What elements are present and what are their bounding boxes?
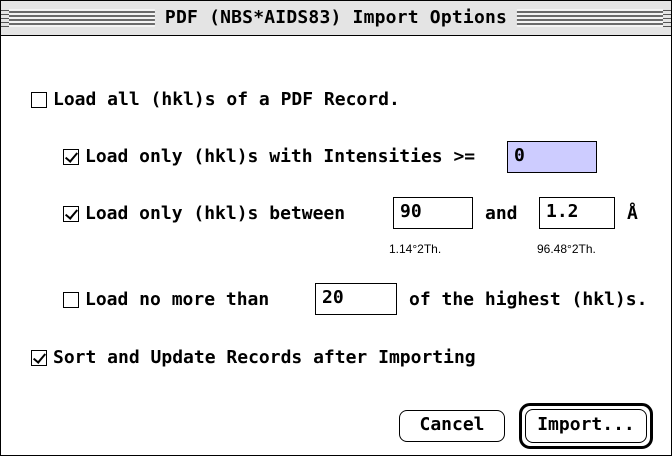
max-count-label-before: Load no more than (85, 289, 270, 310)
between-checkbox[interactable] (63, 206, 79, 222)
load-all-label: Load all (hkl)s of a PDF Record. (53, 89, 400, 110)
sort-update-option[interactable]: Sort and Update Records after Importing (31, 347, 476, 369)
title-bar[interactable]: PDF (NBS*AIDS83) Import Options (1, 1, 671, 36)
intensity-checkbox[interactable] (63, 149, 79, 165)
load-all-checkbox[interactable] (31, 92, 47, 108)
between-to-input[interactable]: 1.2 (539, 197, 615, 229)
max-count-option[interactable]: Load no more than (63, 289, 269, 311)
max-count-checkbox[interactable] (63, 292, 79, 308)
intensity-min-input[interactable]: 0 (507, 141, 597, 173)
max-count-input[interactable]: 20 (315, 283, 397, 315)
between-from-input[interactable]: 90 (393, 197, 473, 229)
between-and-label: and (485, 203, 518, 224)
intensity-label: Load only (hkl)s with Intensities >= (85, 146, 476, 167)
import-options-dialog: PDF (NBS*AIDS83) Import Options Load all… (0, 0, 672, 456)
dialog-title: PDF (NBS*AIDS83) Import Options (154, 5, 518, 31)
max-count-label-after: of the highest (hkl)s. (409, 289, 648, 310)
angstrom-unit-label: Å (627, 203, 638, 224)
cancel-button[interactable]: Cancel (399, 410, 505, 442)
sort-update-checkbox[interactable] (31, 350, 47, 366)
sort-update-label: Sort and Update Records after Importing (53, 347, 476, 368)
intensity-option[interactable]: Load only (hkl)s with Intensities >= (63, 146, 475, 168)
between-label: Load only (hkl)s between (85, 203, 346, 224)
import-button[interactable]: Import... (525, 409, 647, 443)
between-from-note: 1.14°2Th. (389, 242, 442, 256)
between-option[interactable]: Load only (hkl)s between (63, 203, 345, 225)
load-all-option[interactable]: Load all (hkl)s of a PDF Record. (31, 89, 400, 111)
between-to-note: 96.48°2Th. (537, 242, 596, 256)
